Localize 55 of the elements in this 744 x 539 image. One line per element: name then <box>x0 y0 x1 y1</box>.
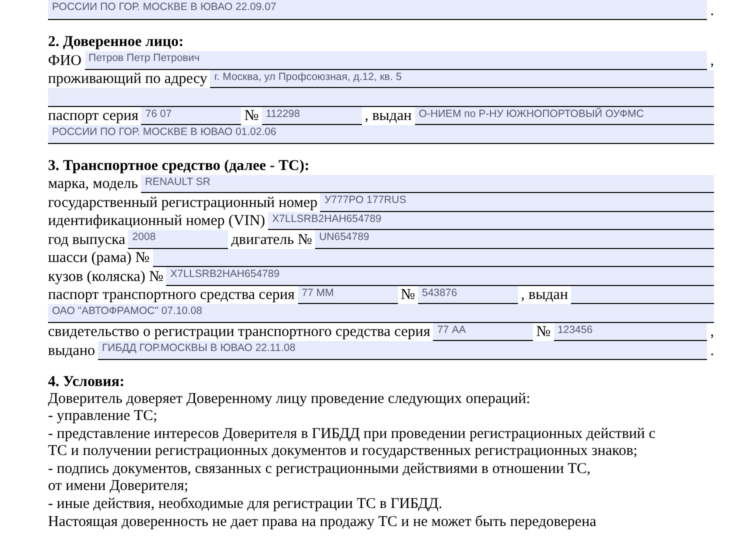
input-field[interactable]: ОАО "АВТОФРАМОС" 07.10.08 <box>48 304 714 322</box>
input-field[interactable]: X7LLSRB2HAH654789 <box>166 267 714 286</box>
section-heading: 2. Доверенное лицо: <box>48 34 185 51</box>
input-field[interactable]: UN654789 <box>315 230 714 248</box>
conditions-text: - управление ТС; <box>48 408 158 426</box>
input-field[interactable]: Петров Петр Петрович <box>84 51 708 70</box>
input-field[interactable]: 77 ММ <box>298 286 398 304</box>
conditions-text: от имени Доверителя; <box>48 478 190 496</box>
input-field[interactable]: 77 АА <box>433 322 534 341</box>
input-field[interactable]: RENAULT SR <box>140 174 714 193</box>
input-field[interactable]: РОССИИ ПО ГОР. МОСКВЕ В ЮВАО 01.02.06 <box>48 125 714 144</box>
input-field[interactable]: 76 07 <box>141 106 242 125</box>
conditions-text: ТС и получении регистрационных документов и государственных регистрационных знаков; <box>48 443 638 461</box>
conditions-text: - иные действия, необходимые для регистрации ТС в ГИБДД. <box>48 496 444 514</box>
form-label: кузов (коляска) № <box>48 268 164 286</box>
conditions-text: - подпись документов, связанных с регистрационными действиями в отношении ТС, <box>48 460 592 478</box>
form-label: , выдан <box>364 108 412 125</box>
form-label: двигатель № <box>231 232 312 248</box>
form-label: шасси (рама) № <box>48 250 150 267</box>
input-field[interactable] <box>570 286 714 304</box>
form-label: год выпуска <box>48 232 126 248</box>
input-field[interactable] <box>152 248 714 267</box>
input-field[interactable]: О-НИЕМ по Р-НУ ЮЖНОПОРТОВЫЙ ОУФМС <box>414 106 714 125</box>
form-label: государственный регистрационный номер <box>48 194 318 212</box>
input-field[interactable]: 2008 <box>128 230 228 248</box>
input-field[interactable]: 543876 <box>418 286 518 304</box>
input-field[interactable]: 123456 <box>554 322 708 341</box>
form-label: свидетельство о регистрации транспортного средства серия <box>48 324 430 341</box>
input-field[interactable] <box>48 88 714 106</box>
section-heading: 4. Условия: <box>48 374 126 390</box>
form-label: № <box>244 108 259 125</box>
input-field[interactable]: РОССИИ ПО ГОР. МОСКВЕ В ЮВАО 22.09.07 <box>48 0 708 20</box>
conditions-text: Доверитель доверяет Доверенному лицу проведение следующих операций: <box>48 390 532 408</box>
form-label: марка, модель <box>48 176 138 193</box>
form-label: № <box>400 287 415 304</box>
form-label: . <box>710 3 714 20</box>
form-label: идентификационный номер (VIN) <box>48 213 266 230</box>
form-label: выдано <box>48 342 95 360</box>
form-label: паспорт серия <box>48 108 138 125</box>
form-label: , <box>710 52 714 70</box>
form-label: , <box>710 324 714 341</box>
form-label: паспорт транспортного средства серия <box>48 287 295 304</box>
input-field[interactable]: X7LLSRB2HAH654789 <box>268 212 714 230</box>
conditions-text: - представление интересов Доверителя в ГИБДД при проведении регистрационных действий с <box>48 426 656 444</box>
conditions-text: Настоящая доверенность не дает права на продажу ТС и не может быть передоверена <box>48 514 598 532</box>
input-field[interactable]: ГИБДД ГОР.МОСКВЫ В ЮВАО 22.11.08 <box>98 341 708 360</box>
form-label: , выдан <box>521 287 568 304</box>
input-field[interactable]: 112298 <box>262 106 362 125</box>
form-label: ФИО <box>48 52 82 70</box>
form-label: . <box>710 342 714 360</box>
section-heading: 3. Транспортное средство (далее - ТС): <box>48 158 310 174</box>
form-label: № <box>536 324 551 341</box>
input-field[interactable]: У777РО 177RUS <box>320 193 714 212</box>
form-label: проживающий по адресу <box>48 71 208 88</box>
input-field[interactable]: г. Москва, ул Профсоюзная, д.12, кв. 5 <box>210 70 714 88</box>
